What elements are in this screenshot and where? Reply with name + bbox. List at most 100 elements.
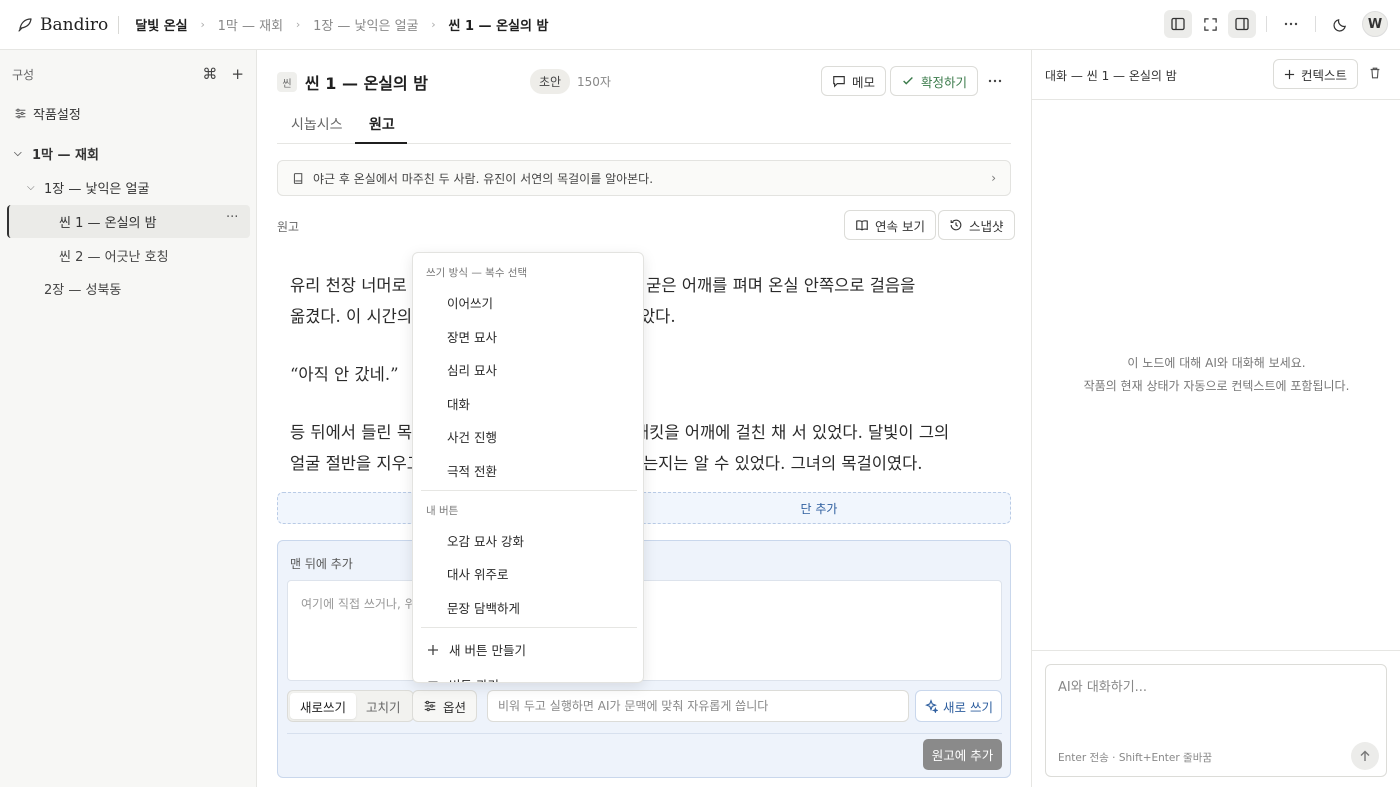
theme-toggle-button[interactable] xyxy=(1326,10,1354,38)
menu-divider xyxy=(421,627,637,628)
snapshot-button[interactable]: 스냅샷 xyxy=(938,210,1015,240)
confirm-label: 확정하기 xyxy=(921,74,968,90)
menu-item-dialogue-focus[interactable]: 대사 위주로 xyxy=(447,564,508,583)
page-title: 씬 1 — 온실의 밤 xyxy=(305,74,429,93)
add-to-manuscript-button[interactable]: 원고에 추가 xyxy=(923,739,1002,770)
chat-hint: Enter 전송 · Shift+Enter 줄바꿈 xyxy=(1058,752,1213,764)
open-book-icon xyxy=(855,218,869,232)
chevron-right-icon: › xyxy=(991,171,996,185)
sliders-icon xyxy=(14,107,27,120)
compose-header: 맨 뒤에 추가 xyxy=(290,557,353,571)
empty-line: 작품의 현재 상태가 자동으로 컨텍스트에 포함됩니다. xyxy=(1083,379,1350,393)
more-menu-button[interactable] xyxy=(1277,10,1305,38)
memo-label: 메모 xyxy=(852,74,876,90)
continuous-view-button[interactable]: 연속 보기 xyxy=(844,210,936,240)
tab-synopsis[interactable]: 시놉시스 xyxy=(291,114,343,134)
sidebar-item-label: 1막 — 재회 xyxy=(32,148,99,163)
sparkle-icon xyxy=(924,699,938,713)
sidebar-item-label: 작품설정 xyxy=(33,108,81,123)
scene-more-button[interactable] xyxy=(987,73,1003,93)
sidebar-item-scene-2[interactable]: 씬 2 — 어긋난 호칭 xyxy=(59,246,169,265)
add-context-button[interactable]: 컨텍스트 xyxy=(1273,59,1359,89)
sidebar-item-label: 2장 — 성북동 xyxy=(44,283,122,298)
sidebar-item-settings[interactable]: 작품설정 xyxy=(14,104,81,123)
chat-input[interactable]: AI와 대화하기... Enter 전송 · Shift+Enter 줄바꿈 xyxy=(1045,664,1387,777)
mode-new-writing[interactable]: 새로쓰기 xyxy=(290,693,357,719)
active-tab-indicator xyxy=(355,142,407,144)
manuscript-section-label: 원고 xyxy=(277,220,300,234)
menu-item-plain-sentences[interactable]: 문장 담백하게 xyxy=(447,598,520,617)
compose-textarea[interactable] xyxy=(287,580,1002,681)
sidebar-item-label: 씬 2 — 어긋난 호칭 xyxy=(59,250,169,265)
new-button-item[interactable]: 새 버튼 만들기 xyxy=(427,640,526,659)
menu-group-label: 쓰기 방식 — 복수 선택 xyxy=(426,267,528,279)
comment-icon xyxy=(832,74,846,88)
mode-toggle: 새로쓰기 고치기 xyxy=(287,690,414,722)
add-paragraph-label: 단 추가 xyxy=(800,501,838,516)
send-button[interactable] xyxy=(1351,742,1379,770)
brand[interactable]: Bandiro xyxy=(0,0,108,49)
chevron-right-icon: › xyxy=(200,18,205,31)
synopsis-summary[interactable]: 야근 후 온실에서 마주친 두 사람. 유진이 서연의 목걸이를 알아본다. › xyxy=(277,160,1011,196)
new-button-label: 새 버튼 만들기 xyxy=(449,643,526,658)
menu-item-psychology[interactable]: 심리 묘사 xyxy=(447,360,497,379)
menu-item-plot-progress[interactable]: 사건 진행 xyxy=(447,427,497,446)
context-label: 컨텍스트 xyxy=(1301,67,1348,83)
chat-footer: AI와 대화하기... Enter 전송 · Shift+Enter 줄바꿈 xyxy=(1032,650,1400,787)
sidebar-left-icon xyxy=(1170,16,1186,32)
breadcrumb: 달빛 온실 › 1막 — 재회 › 1장 — 낯익은 얼굴 › 씬 1 — 온실… xyxy=(135,15,548,34)
trash-icon[interactable] xyxy=(1368,66,1382,80)
sidebar-item-act-1[interactable]: ⌵ 1막 — 재회 xyxy=(14,144,99,163)
mode-revise[interactable]: 고치기 xyxy=(356,693,411,719)
manage-buttons-label: 버튼 관리 xyxy=(449,675,499,682)
status-badge[interactable]: 초안 xyxy=(530,69,571,94)
menu-item-continue[interactable]: 이어쓰기 xyxy=(447,293,493,312)
instruction-input[interactable] xyxy=(487,690,909,722)
add-node-icon[interactable]: + xyxy=(231,65,244,83)
tab-manuscript[interactable]: 원고 xyxy=(369,114,395,134)
toggle-right-panel-button[interactable] xyxy=(1228,10,1256,38)
menu-item-dramatic-turn[interactable]: 극적 전환 xyxy=(447,461,497,480)
check-icon xyxy=(901,74,915,88)
sliders-icon xyxy=(427,679,439,683)
scene-more-button[interactable]: ··· xyxy=(226,210,238,225)
menu-item-sensory[interactable]: 오감 묘사 강화 xyxy=(447,531,524,550)
generate-label: 새로 쓰기 xyxy=(943,699,993,715)
confirm-button[interactable]: 확정하기 xyxy=(890,66,979,96)
chat-header: 대화 — 씬 1 — 온실의 밤 컨텍스트 xyxy=(1032,50,1400,100)
character-count: 150자 xyxy=(577,75,611,89)
sidebar-item-chapter-2[interactable]: 2장 — 성북동 xyxy=(44,279,121,298)
plus-icon xyxy=(427,644,439,656)
chat-title: 대화 — 씬 1 — 온실의 밤 xyxy=(1045,69,1177,83)
breadcrumb-scene[interactable]: 씬 1 — 온실의 밤 xyxy=(449,15,549,34)
top-bar: Bandiro 달빛 온실 › 1막 — 재회 › 1장 — 낯익은 얼굴 › … xyxy=(0,0,1400,50)
toggle-left-panel-button[interactable] xyxy=(1164,10,1192,38)
add-paragraph-button[interactable]: 단 추가 xyxy=(277,492,1011,524)
menu-item-dialogue[interactable]: 대화 xyxy=(447,394,470,413)
chevron-down-icon: ⌵ xyxy=(27,182,35,193)
menu-group-label: 내 버튼 xyxy=(426,505,459,517)
sidebar-header: 구성 ⌘ + xyxy=(0,50,256,98)
sidebar-item-chapter-1[interactable]: ⌵ 1장 — 낯익은 얼굴 xyxy=(27,178,149,197)
arrow-up-icon xyxy=(1359,750,1371,762)
chevron-down-icon: ⌵ xyxy=(14,148,22,159)
menu-item-scene-description[interactable]: 장면 묘사 xyxy=(447,327,497,346)
sidebar-right-icon xyxy=(1234,16,1250,32)
options-button[interactable]: 옵션 xyxy=(412,690,478,722)
breadcrumb-work[interactable]: 달빛 온실 xyxy=(135,15,187,34)
chevron-right-icon: › xyxy=(431,18,436,31)
avatar[interactable]: W xyxy=(1362,11,1388,37)
brand-name: Bandiro xyxy=(40,14,109,35)
writing-style-menu: 쓰기 방식 — 복수 선택 이어쓰기 장면 묘사 심리 묘사 대화 사건 진행 … xyxy=(412,252,644,683)
manage-buttons-item[interactable]: 버튼 관리 xyxy=(427,675,499,683)
sidebar-item-scene-1[interactable]: 씬 1 — 온실의 밤 xyxy=(59,212,157,231)
structure-sidebar: 구성 ⌘ + 작품설정 ⌵ 1막 — 재회 ⌵ 1장 — 낯익은 얼굴 씬 1 … xyxy=(0,50,257,787)
generate-button[interactable]: 새로 쓰기 xyxy=(915,690,1002,722)
breadcrumb-chapter[interactable]: 1장 — 낯익은 얼굴 xyxy=(313,15,418,34)
options-label: 옵션 xyxy=(443,699,467,715)
breadcrumb-act[interactable]: 1막 — 재회 xyxy=(218,15,283,34)
memo-button[interactable]: 메모 xyxy=(821,66,887,96)
fullscreen-button[interactable] xyxy=(1196,10,1224,38)
command-icon[interactable]: ⌘ xyxy=(202,65,217,83)
toolbar-divider xyxy=(1266,16,1267,32)
